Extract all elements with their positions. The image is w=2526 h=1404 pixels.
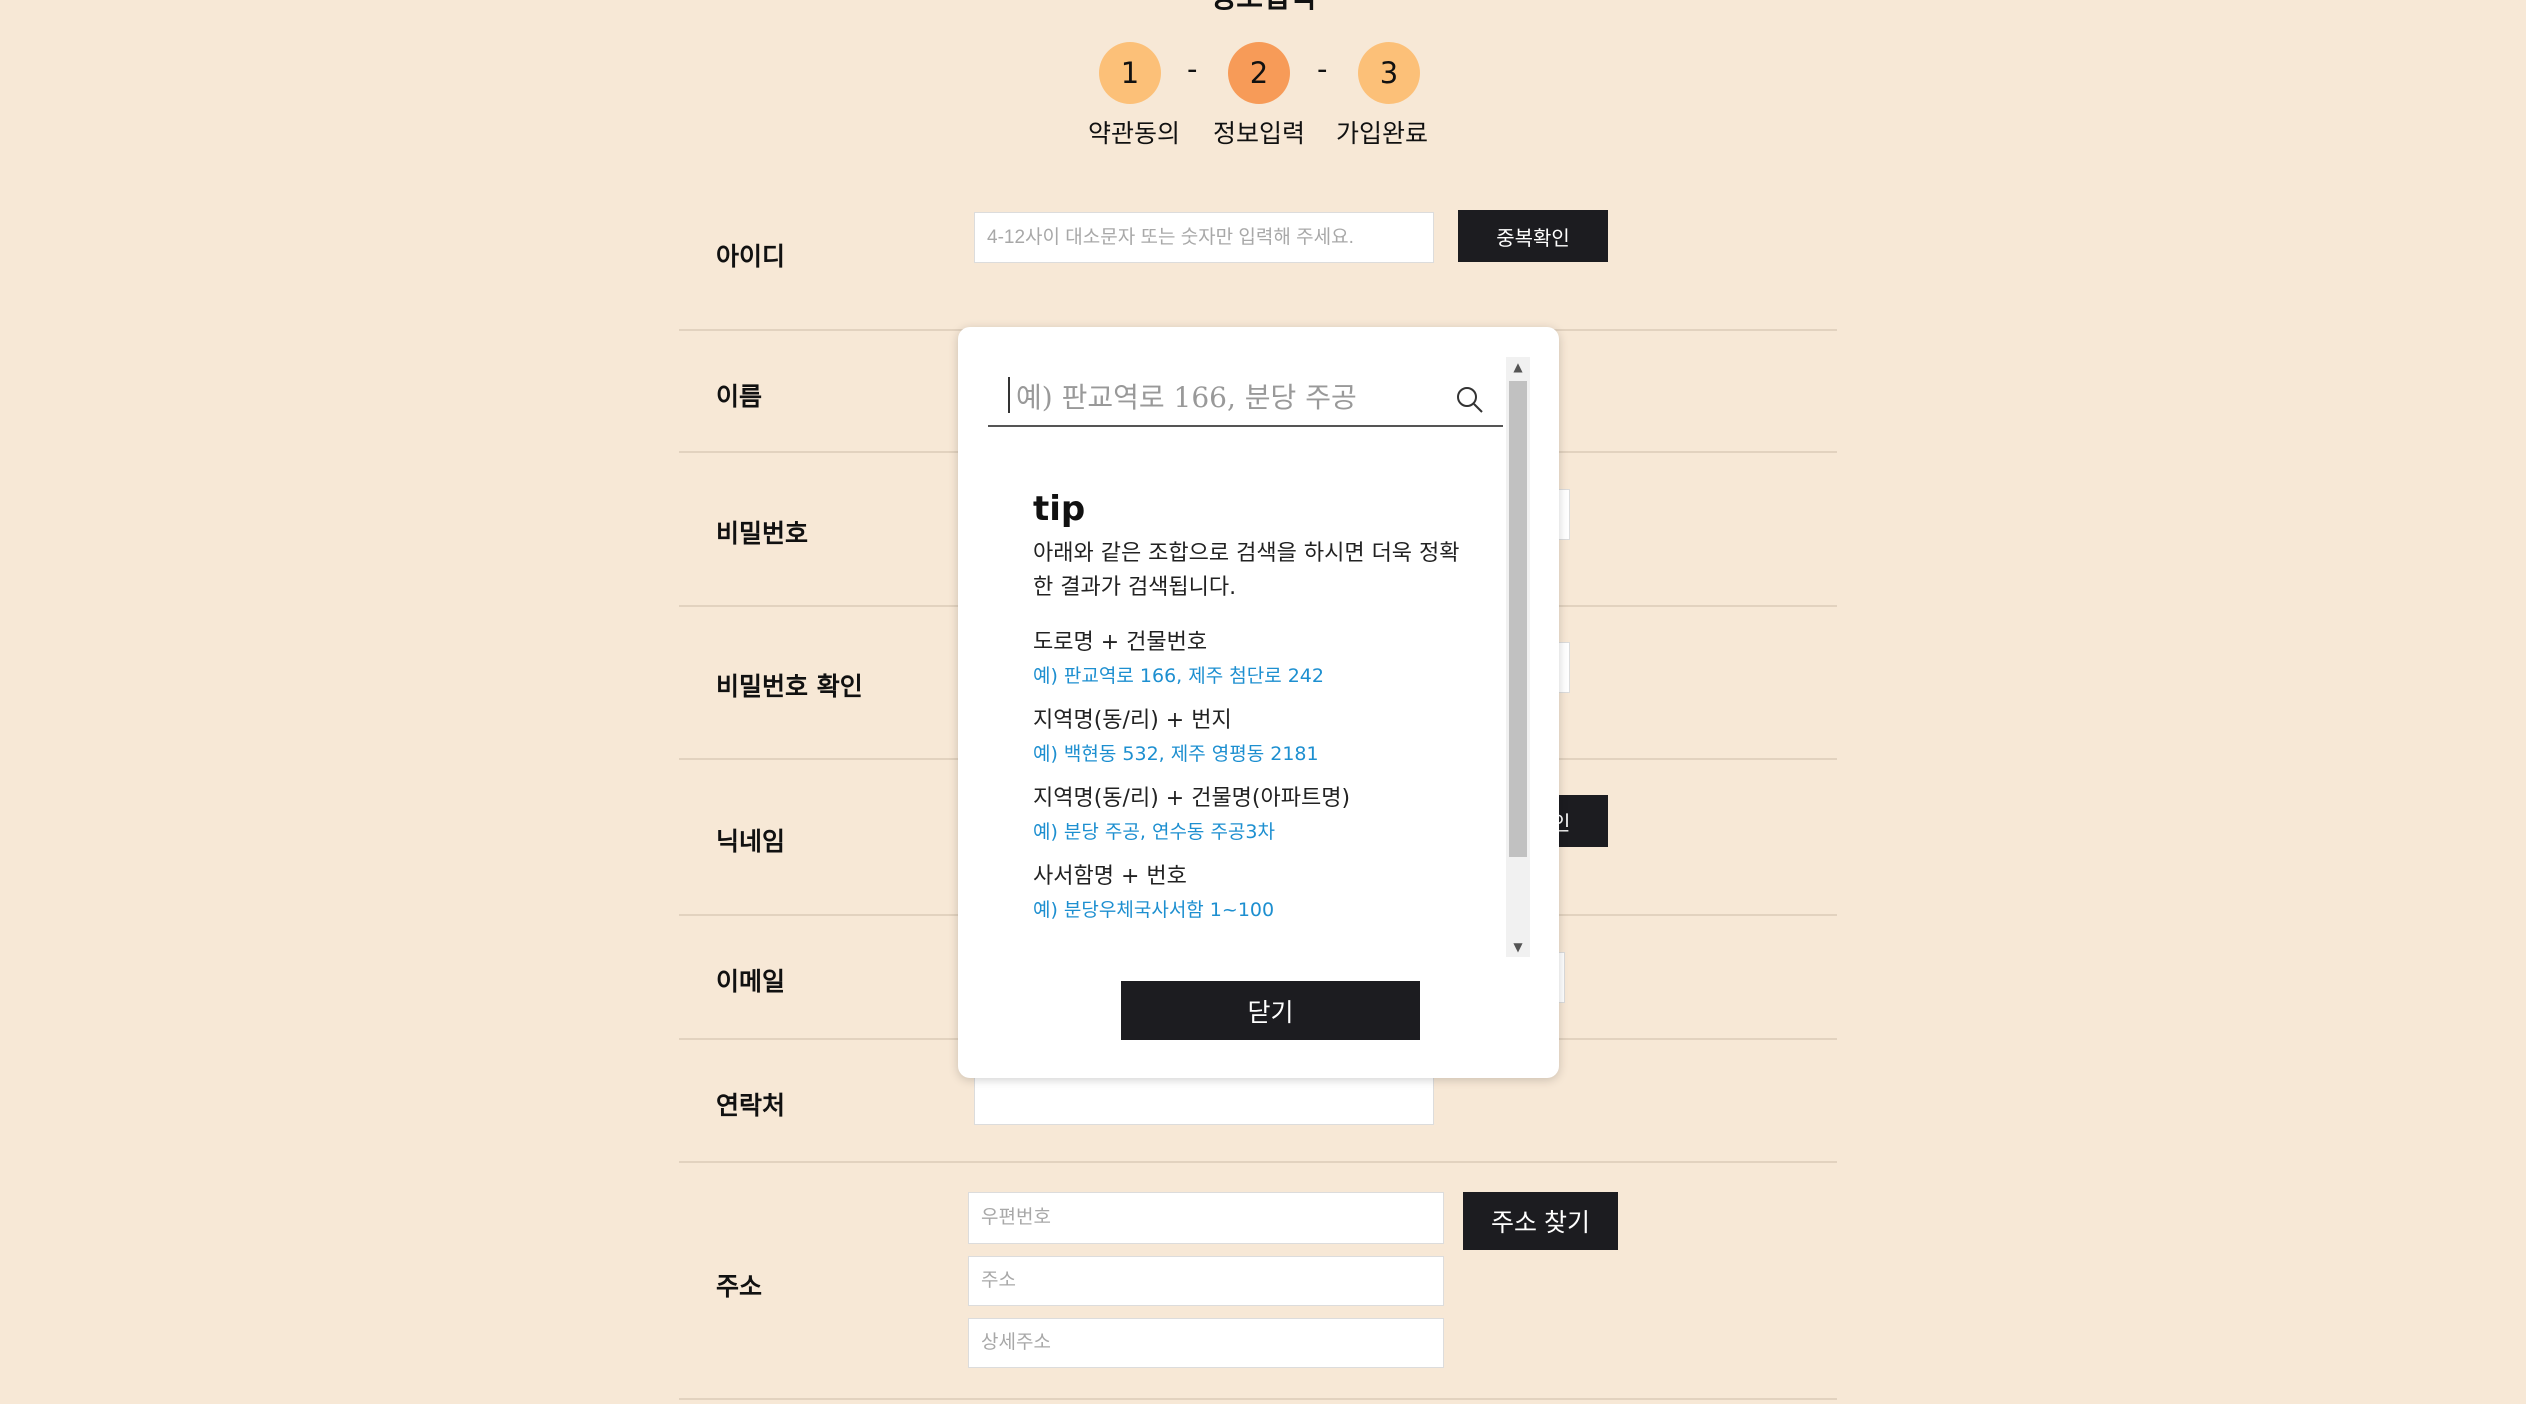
search-icon[interactable] <box>1455 385 1485 415</box>
address-label: 주소 <box>716 1272 763 1301</box>
password-label: 비밀번호 <box>716 519 809 548</box>
phone-label: 연락처 <box>716 1091 786 1120</box>
tip-item-example: 예) 판교역로 166, 제주 첨단로 242 <box>1033 665 1324 687</box>
phone-input[interactable] <box>974 1074 1434 1125</box>
step-1-circle: 1 <box>1099 42 1161 104</box>
text-caret <box>1008 377 1010 413</box>
address-search-box <box>988 367 1503 427</box>
scroll-down-arrow-icon[interactable]: ▼ <box>1506 937 1530 957</box>
tip-item-example: 예) 분당 주공, 연수동 주공3차 <box>1033 821 1275 843</box>
scroll-up-arrow-icon[interactable]: ▲ <box>1506 357 1530 377</box>
scrollbar-thumb[interactable] <box>1509 381 1527 857</box>
step-2-label: 정보입력 <box>1212 119 1305 148</box>
name-label: 이름 <box>716 382 763 411</box>
row-divider <box>679 1398 1837 1400</box>
id-duplicate-check-button[interactable]: 중복확인 <box>1458 210 1608 262</box>
tip-item-title: 지역명(동/리) + 번지 <box>1033 708 1232 733</box>
step-1-label: 약관동의 <box>1087 119 1180 148</box>
nickname-label: 닉네임 <box>716 827 786 856</box>
address-search-modal: ▲ ▼ tip 아래와 같은 조합으로 검색을 하시면 더욱 정확한 결과가 검… <box>958 327 1559 1078</box>
address-input[interactable] <box>968 1256 1444 1306</box>
tip-item-example: 예) 분당우체국사서함 1~100 <box>1033 899 1275 921</box>
row-divider <box>679 1161 1837 1163</box>
tip-item-title: 도로명 + 건물번호 <box>1033 630 1208 655</box>
address-search-button[interactable]: 주소 찾기 <box>1463 1192 1618 1250</box>
zipcode-input[interactable] <box>968 1192 1444 1244</box>
modal-close-button[interactable]: 닫기 <box>1121 981 1420 1040</box>
step-separator: - <box>1317 52 1328 86</box>
modal-scrollbar[interactable]: ▲ ▼ <box>1506 357 1530 957</box>
tip-item-example: 예) 백현동 532, 제주 영평동 2181 <box>1033 743 1319 765</box>
step-separator: - <box>1187 52 1198 86</box>
id-label: 아이디 <box>716 242 786 271</box>
email-label: 이메일 <box>716 967 786 996</box>
password-confirm-label: 비밀번호 확인 <box>716 672 863 701</box>
tip-title: tip <box>1033 489 1086 529</box>
step-2-circle: 2 <box>1228 42 1290 104</box>
id-input[interactable] <box>974 212 1434 263</box>
signup-progress-steps: 1 - 2 - 3 약관동의 정보입력 가입완료 <box>0 42 2526 162</box>
address-search-input[interactable] <box>1016 375 1436 419</box>
step-3-label: 가입완료 <box>1335 119 1428 148</box>
tip-item-title: 지역명(동/리) + 건물명(아파트명) <box>1033 786 1351 811</box>
tip-item-title: 사서함명 + 번호 <box>1033 864 1187 889</box>
step-3-circle: 3 <box>1358 42 1420 104</box>
tip-description: 아래와 같은 조합으로 검색을 하시면 더욱 정확한 결과가 검색됩니다. <box>1033 541 1460 600</box>
page-title: 정보입력 <box>0 0 2526 16</box>
address-detail-input[interactable] <box>968 1318 1444 1368</box>
